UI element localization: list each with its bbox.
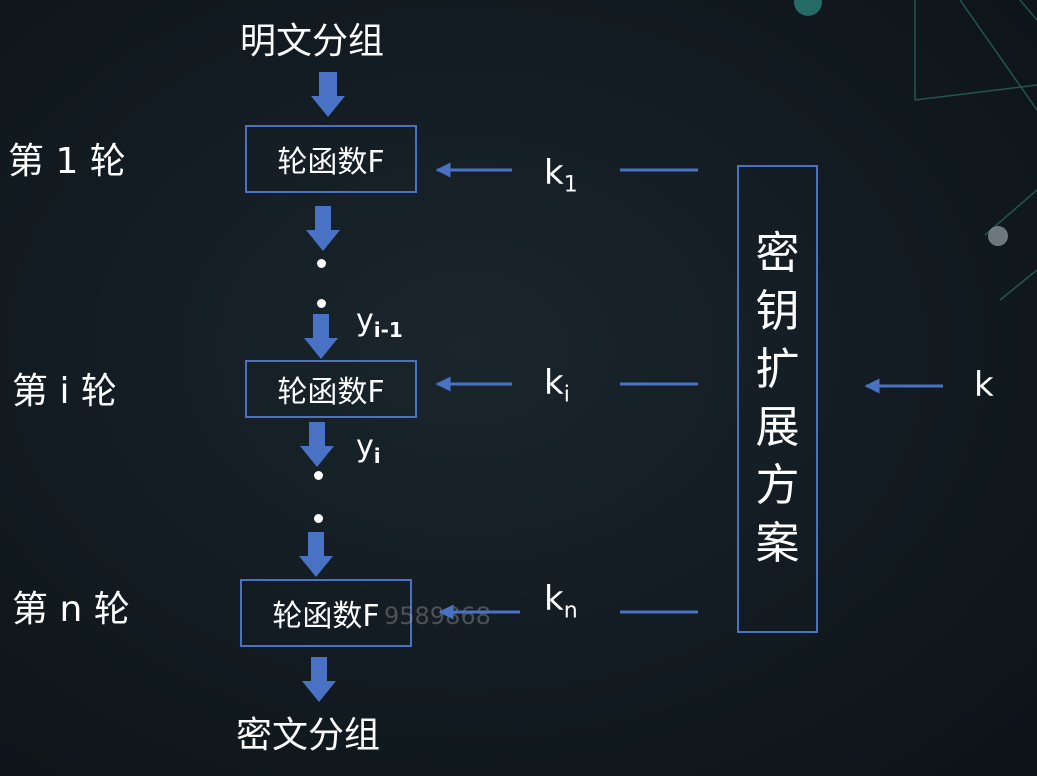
- ciphertext-block-label: 密文分组: [236, 715, 381, 756]
- down-arrow: [304, 314, 338, 359]
- down-arrow: [299, 532, 333, 577]
- down-arrow: [306, 206, 340, 251]
- down-arrow: [311, 72, 345, 117]
- down-arrow: [300, 422, 334, 467]
- diagram-connectors: [299, 72, 943, 702]
- down-arrow: [302, 657, 336, 702]
